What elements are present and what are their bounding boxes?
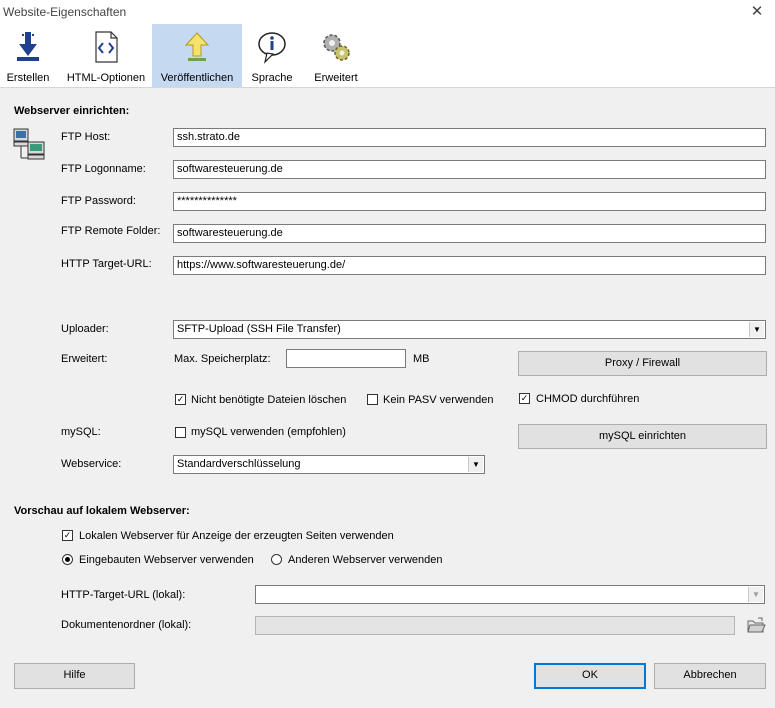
preview-section-title: Vorschau auf lokalem Webserver: xyxy=(14,505,190,517)
ftp-host-label: FTP Host: xyxy=(61,131,111,143)
ftp-password-label: FTP Password: xyxy=(61,195,136,207)
ftp-host-input[interactable]: ssh.strato.de xyxy=(173,128,766,147)
tab-html-optionen[interactable]: HTML-Optionen xyxy=(63,24,149,87)
http-target-local-label: HTTP-Target-URL (lokal): xyxy=(61,589,186,601)
tab-label: Veröffentlichen xyxy=(160,72,234,84)
max-storage-input[interactable] xyxy=(286,349,406,368)
ftp-logon-label: FTP Logonname: xyxy=(61,163,146,175)
upload-arrow-icon xyxy=(184,32,210,61)
webserver-section-title: Webserver einrichten: xyxy=(14,105,130,117)
ftp-logon-input[interactable]: softwaresteuerung.de xyxy=(173,160,766,179)
mysql-use-label[interactable]: mySQL verwenden (empfohlen) xyxy=(191,426,346,438)
tab-label: Sprache xyxy=(251,72,293,84)
chmod-label[interactable]: CHMOD durchführen xyxy=(536,393,639,405)
tab-erweitert[interactable]: Erweitert xyxy=(309,24,363,87)
proxy-firewall-button[interactable]: Proxy / Firewall xyxy=(518,351,767,376)
folder-open-icon[interactable] xyxy=(746,616,766,635)
uploader-select[interactable]: SFTP-Upload (SSH File Transfer) ▼ xyxy=(173,320,766,339)
tab-label: Erweitert xyxy=(314,72,358,84)
title-bar: Website-Eigenschaften ✕ xyxy=(0,0,775,24)
mysql-use-checkbox[interactable] xyxy=(175,427,186,438)
builtin-server-radio[interactable] xyxy=(62,554,73,565)
tab-erstellen[interactable]: Erstellen xyxy=(0,24,56,87)
builtin-server-label[interactable]: Eingebauten Webserver verwenden xyxy=(79,554,254,566)
doc-folder-input xyxy=(255,616,735,635)
info-speech-icon xyxy=(258,32,286,64)
ok-button[interactable]: OK xyxy=(534,663,646,689)
uploader-label: Uploader: xyxy=(61,323,109,335)
delete-unneeded-label[interactable]: Nicht benötigte Dateien löschen xyxy=(191,394,346,406)
ftp-folder-label: FTP Remote Folder: xyxy=(61,225,161,237)
tab-label: Erstellen xyxy=(6,72,50,84)
mysql-label: mySQL: xyxy=(61,426,101,438)
gears-icon xyxy=(323,34,350,61)
webservice-label: Webservice: xyxy=(61,458,122,470)
no-pasv-label[interactable]: Kein PASV verwenden xyxy=(383,394,493,406)
http-target-label: HTTP Target-URL: xyxy=(61,258,152,270)
local-server-checkbox[interactable]: ✓ xyxy=(62,530,73,541)
uploader-value: SFTP-Upload (SSH File Transfer) xyxy=(177,323,341,335)
http-target-local-select[interactable]: ▼ xyxy=(255,585,765,604)
window-title: Website-Eigenschaften xyxy=(3,5,127,19)
http-target-input[interactable]: https://www.softwaresteuerung.de/ xyxy=(173,256,766,275)
ftp-password-input[interactable]: ************** xyxy=(173,192,766,211)
no-pasv-checkbox[interactable] xyxy=(367,394,378,405)
tab-veroeffentlichen[interactable]: Veröffentlichen xyxy=(152,24,242,87)
proxy-button-label: Proxy / Firewall xyxy=(604,357,681,369)
max-storage-label: Max. Speicherplatz: xyxy=(174,353,271,365)
tab-sprache[interactable]: Sprache xyxy=(246,24,298,87)
erweitert-label: Erweitert: xyxy=(61,353,108,365)
cancel-button-label: Abbrechen xyxy=(683,669,737,681)
local-server-label[interactable]: Lokalen Webserver für Anzeige der erzeug… xyxy=(79,530,394,542)
help-button-label: Hilfe xyxy=(63,669,86,681)
webservice-value: Standardverschlüsselung xyxy=(177,458,301,470)
mysql-setup-label: mySQL einrichten xyxy=(598,430,687,442)
toolbar: Erstellen HTML-Optionen Veröffentlichen … xyxy=(0,24,775,88)
ftp-folder-input[interactable]: softwaresteuerung.de xyxy=(173,224,766,243)
other-server-radio[interactable] xyxy=(271,554,282,565)
chevron-down-icon[interactable]: ▼ xyxy=(749,322,764,337)
tab-label: HTML-Optionen xyxy=(66,72,146,84)
chevron-down-icon[interactable]: ▼ xyxy=(748,587,763,602)
chmod-checkbox[interactable]: ✓ xyxy=(519,393,530,404)
help-button[interactable]: Hilfe xyxy=(14,663,135,689)
dialog-body: Webserver einrichten: FTP Host: ssh.stra… xyxy=(0,88,775,708)
code-document-icon xyxy=(95,31,118,63)
other-server-label[interactable]: Anderen Webserver verwenden xyxy=(288,554,443,566)
doc-folder-label: Dokumentenordner (lokal): xyxy=(61,619,192,631)
ok-button-label: OK xyxy=(582,669,598,681)
download-arrow-icon xyxy=(17,32,39,61)
chevron-down-icon[interactable]: ▼ xyxy=(468,457,483,472)
mysql-setup-button[interactable]: mySQL einrichten xyxy=(518,424,767,449)
webservice-select[interactable]: Standardverschlüsselung ▼ xyxy=(173,455,485,474)
max-storage-unit: MB xyxy=(413,353,430,365)
cancel-button[interactable]: Abbrechen xyxy=(654,663,766,689)
delete-unneeded-checkbox[interactable]: ✓ xyxy=(175,394,186,405)
close-icon[interactable]: ✕ xyxy=(745,1,769,23)
network-computers-icon xyxy=(13,128,45,160)
